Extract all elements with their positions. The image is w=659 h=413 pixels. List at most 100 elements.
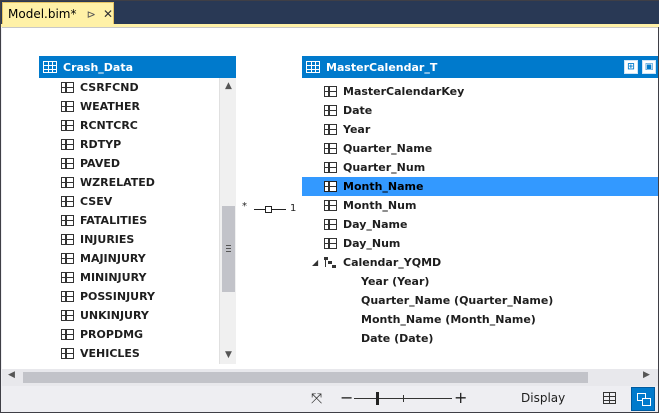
column-possinjury[interactable]: POSSINJURY [61,287,219,306]
table-crash-data[interactable]: Crash_Data CSRFCND WEATHER RCNTCRC RDTYP PAV… [39,56,236,364]
zoom-out-button[interactable]: − [340,388,353,407]
column-vehicles[interactable]: VEHICLES [61,344,219,363]
table-icon [43,61,57,73]
column-icon [61,348,74,359]
column-weather[interactable]: WEATHER [61,97,219,116]
column-label: Month_Name [343,180,424,193]
column-icon [324,143,337,154]
hierarchy-level[interactable]: Quarter_Name (Quarter_Name) [302,291,658,310]
zoom-slider[interactable] [354,392,452,405]
column-csev[interactable]: CSEV [61,192,219,211]
table-title: MasterCalendar_T [326,60,438,74]
column-icon [324,124,337,135]
relationship-many-label: * [242,201,247,212]
column-icon [61,310,74,321]
designer-window: Model.bim* ⊳ ✕ Crash_Data CSRFCND WEATHER… [0,0,659,413]
table-header-master-calendar[interactable]: MasterCalendar_T ⊞ ▣ [302,56,658,78]
column-icon [61,291,74,302]
column-propdmg[interactable]: PROPDMG [61,325,219,344]
document-tab-strip: Model.bim* ⊳ ✕ [1,1,659,25]
zoom-slider-thumb[interactable] [376,392,379,405]
column-rdtyp[interactable]: RDTYP [61,135,219,154]
table-master-calendar[interactable]: MasterCalendar_T ⊞ ▣ MasterCalendarKey Da… [302,56,658,364]
scroll-thumb[interactable] [23,372,588,383]
column-icon [61,158,74,169]
column-icon [61,196,74,207]
column-paved[interactable]: PAVED [61,154,219,173]
column-majinjury[interactable]: MAJINJURY [61,249,219,268]
scroll-thumb[interactable] [222,206,235,292]
column-icon [324,86,337,97]
column-icon [61,139,74,150]
hierarchy-level[interactable]: Date (Date) [302,329,658,348]
column-icon [61,329,74,340]
column-label: PROPDMG [80,328,144,341]
column-wzrelated[interactable]: WZRELATED [61,173,219,192]
column-label: Day_Num [343,237,401,250]
column-unkinjury[interactable]: UNKINJURY [61,306,219,325]
hierarchy-icon [324,256,337,269]
column-csrfcnd[interactable]: CSRFCND [61,78,219,97]
column-icon [61,101,74,112]
scroll-right-arrow-icon[interactable]: ▶ [643,370,650,380]
scroll-up-arrow-icon[interactable]: ▲ [220,78,237,95]
relationship-connector[interactable]: * 1 [242,201,302,219]
zoom-in-button[interactable]: + [454,388,467,407]
hierarchy-level-label: Quarter_Name (Quarter_Name) [361,294,554,307]
column-day-name[interactable]: Day_Name [302,215,658,234]
horizontal-scrollbar[interactable]: ◀ ▶ [2,369,658,386]
column-label: FATALITIES [80,214,148,227]
column-mastercalendarkey[interactable]: MasterCalendarKey [302,82,658,101]
maximize-table-icon[interactable]: ▣ [642,60,656,74]
column-mininjury[interactable]: MININJURY [61,268,219,287]
scroll-down-arrow-icon[interactable]: ▼ [220,347,237,364]
column-icon [61,272,74,283]
column-label: RCNTCRC [80,119,138,132]
column-fatalities[interactable]: FATALITIES [61,211,219,230]
column-label: Year [343,123,371,136]
column-label: MasterCalendarKey [343,85,465,98]
column-label: MININJURY [80,271,147,284]
diagram-view-button[interactable] [631,387,655,411]
hierarchy-level[interactable]: Month_Name (Month_Name) [302,310,658,329]
column-quarter-name[interactable]: Quarter_Name [302,139,658,158]
column-month-name[interactable]: Month_Name [302,177,658,196]
column-date[interactable]: Date [302,101,658,120]
column-injuries[interactable]: INJURIES [61,230,219,249]
relationship-handle-icon[interactable] [265,206,272,213]
table-title: Crash_Data [63,60,134,74]
column-list: MasterCalendarKey Date Year Quarter_Name Qua… [302,78,658,348]
close-icon[interactable]: ✕ [103,7,113,21]
column-label: Quarter_Name [343,142,433,155]
column-icon [324,181,337,192]
status-bar: ⤧ − + Display [2,387,658,411]
grid-view-icon[interactable] [603,392,616,404]
vertical-scrollbar[interactable]: ▲ ▼ [219,78,236,364]
column-icon [61,215,74,226]
scroll-left-arrow-icon[interactable]: ◀ [8,370,15,380]
diagram-canvas[interactable]: Crash_Data CSRFCND WEATHER RCNTCRC RDTYP PAV… [2,27,658,369]
hierarchy-calendar-yqmd[interactable]: ◢ Calendar_YQMD [302,253,658,272]
column-label: Day_Name [343,218,408,231]
column-label: INJURIES [80,233,135,246]
hierarchy-label: Calendar_YQMD [343,256,442,269]
column-month-num[interactable]: Month_Num [302,196,658,215]
table-header-crash-data[interactable]: Crash_Data [39,56,236,78]
column-year[interactable]: Year [302,120,658,139]
column-label: UNKINJURY [80,309,149,322]
column-rcntcrc[interactable]: RCNTCRC [61,116,219,135]
hierarchy-level-label: Month_Name (Month_Name) [361,313,536,326]
document-tab-model-bim[interactable]: Model.bim* ⊳ ✕ [2,2,114,25]
hierarchy-level[interactable]: Year (Year) [302,272,658,291]
column-quarter-num[interactable]: Quarter_Num [302,158,658,177]
create-hierarchy-icon[interactable]: ⊞ [624,60,638,74]
column-label: PAVED [80,157,120,170]
hierarchy-level-label: Year (Year) [361,275,430,288]
display-label: Display [521,391,566,405]
fit-to-window-icon[interactable]: ⤧ [311,391,322,407]
column-icon [324,105,337,116]
column-day-num[interactable]: Day_Num [302,234,658,253]
column-label: Quarter_Num [343,161,426,174]
collapse-triangle-icon[interactable]: ◢ [312,258,324,267]
pin-icon[interactable]: ⊳ [86,8,96,21]
